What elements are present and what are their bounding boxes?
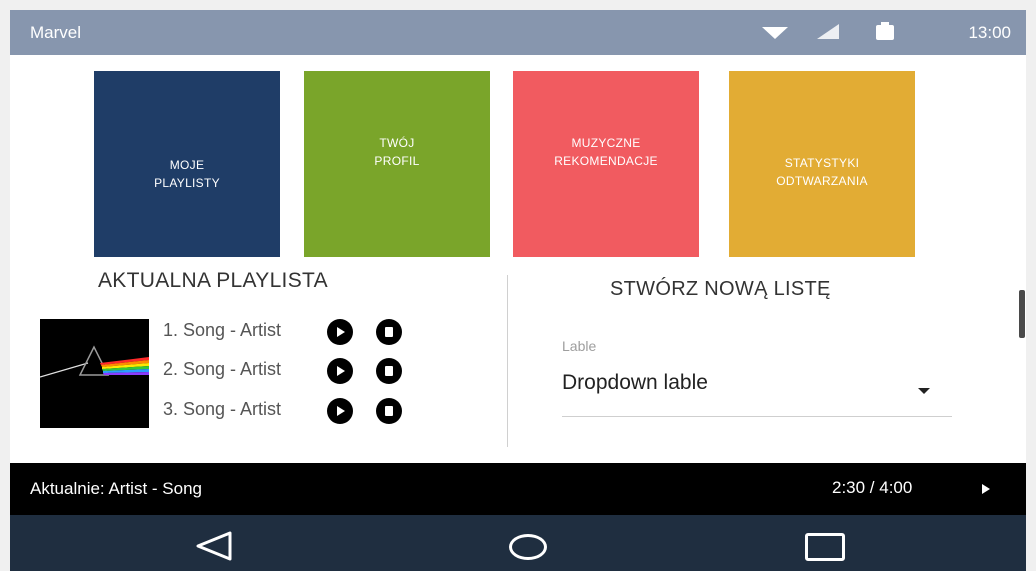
tile-music-recommendations[interactable]: MUZYCZNE REKOMENDACJE (513, 71, 699, 257)
play-icon[interactable] (982, 484, 990, 494)
song-label: 3. Song - Artist (163, 399, 282, 419)
section-divider (507, 275, 508, 447)
dropdown-value: Dropdown lable (562, 371, 708, 394)
play-icon[interactable] (327, 358, 353, 384)
tile-playback-statistics[interactable]: STATYSTYKI ODTWARZANIA (729, 71, 915, 257)
now-playing-text: Aktualnie: Artist - Song (30, 479, 202, 498)
status-bar: Marvel 13:00 (10, 10, 1026, 55)
app-screen: Marvel 13:00 MOJE PLAYLISTY TWÓJ PROFIL … (10, 10, 1026, 571)
status-time: 13:00 (968, 23, 1011, 42)
recents-icon[interactable] (805, 533, 845, 561)
stop-icon[interactable] (376, 398, 402, 424)
device-frame: Marvel 13:00 MOJE PLAYLISTY TWÓJ PROFIL … (0, 0, 1036, 571)
prism-album-icon (40, 319, 149, 428)
tile-label: TWÓJ PROFIL (374, 136, 420, 168)
current-playlist-title: AKTUALNA PLAYLISTA (98, 269, 328, 292)
wifi-icon (762, 27, 788, 39)
now-playing-time: 2:30 / 4:00 (832, 478, 913, 497)
navigation-bar (10, 515, 1026, 571)
tile-your-profile[interactable]: TWÓJ PROFIL (304, 71, 490, 257)
status-app-name: Marvel (30, 23, 82, 42)
playlist-dropdown[interactable]: Lable Dropdown lable (562, 332, 952, 417)
battery-icon (876, 22, 894, 40)
chevron-down-icon[interactable] (918, 388, 930, 394)
tile-my-playlists[interactable]: MOJE PLAYLISTY (94, 71, 280, 257)
signal-icon (817, 24, 839, 39)
dropdown-label: Lable (562, 338, 597, 354)
new-list-title: STWÓRZ NOWĄ LISTĘ (610, 278, 831, 300)
tile-label: MUZYCZNE REKOMENDACJE (554, 136, 658, 168)
home-icon[interactable] (509, 534, 547, 560)
dropdown-underline (562, 416, 952, 417)
play-icon[interactable] (327, 319, 353, 345)
stop-icon[interactable] (376, 319, 402, 345)
play-icon[interactable] (327, 398, 353, 424)
back-icon[interactable] (194, 531, 234, 561)
song-label: 1. Song - Artist (163, 320, 282, 340)
stop-icon[interactable] (376, 358, 402, 384)
tile-label: MOJE PLAYLISTY (154, 158, 220, 190)
scrollbar-thumb[interactable] (1019, 290, 1025, 338)
tile-label: STATYSTYKI ODTWARZANIA (776, 156, 868, 188)
now-playing-bar: Aktualnie: Artist - Song 2:30 / 4:00 (10, 463, 1026, 515)
song-label: 2. Song - Artist (163, 359, 282, 379)
